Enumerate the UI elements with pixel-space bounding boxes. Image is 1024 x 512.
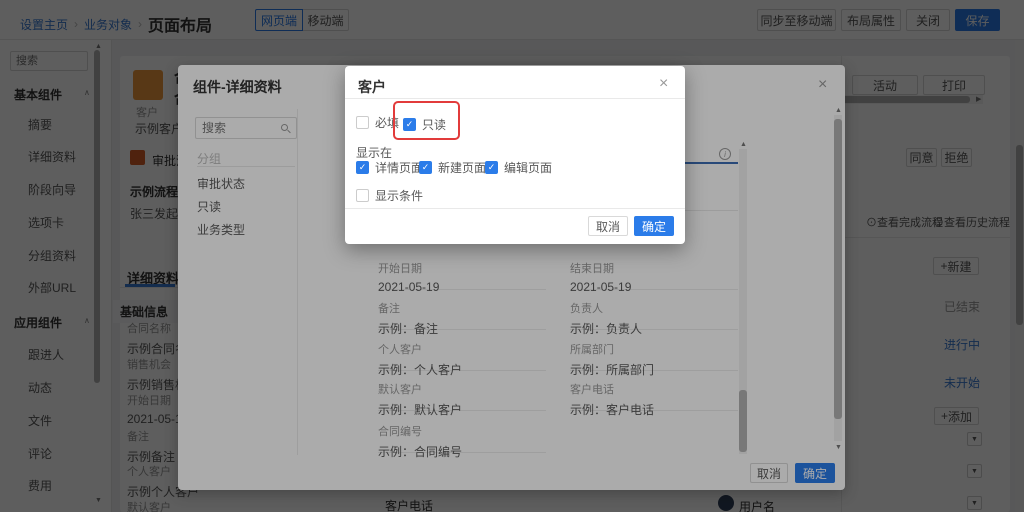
display-new-checkbox[interactable]: ✓ [419,161,432,174]
confirm-button[interactable]: 确定 [634,216,674,236]
display-condition-label: 显示条件 [375,187,423,204]
check-icon: ✓ [488,162,496,173]
required-label: 必填 [375,114,399,131]
check-icon: ✓ [406,119,414,130]
display-edit-label: 编辑页面 [504,159,552,176]
close-icon[interactable]: × [659,76,668,92]
readonly-label: 只读 [422,116,446,133]
display-new-option[interactable]: ✓ 新建页面 [419,159,486,176]
required-option[interactable]: 必填 [356,114,399,131]
display-detail-label: 详情页面 [375,159,423,176]
readonly-option[interactable]: ✓ 只读 [403,116,446,133]
check-icon: ✓ [359,162,367,173]
required-checkbox[interactable] [356,116,369,129]
check-icon: ✓ [422,162,430,173]
divider [345,208,685,209]
cancel-button[interactable]: 取消 [588,216,628,236]
display-detail-option[interactable]: ✓ 详情页面 [356,159,423,176]
modal-title: 客户 [358,77,386,97]
display-detail-checkbox[interactable]: ✓ [356,161,369,174]
display-condition-checkbox[interactable] [356,189,369,202]
readonly-checkbox[interactable]: ✓ [403,118,416,131]
divider [345,98,685,99]
field-settings-modal: 客户 × 必填 ✓ 只读 显示在 ✓ 详情页面 ✓ 新建页面 ✓ 编辑页面 显示… [345,66,685,244]
display-edit-option[interactable]: ✓ 编辑页面 [485,159,552,176]
display-new-label: 新建页面 [438,159,486,176]
display-condition-option[interactable]: 显示条件 [356,187,423,204]
display-edit-checkbox[interactable]: ✓ [485,161,498,174]
page-layout-editor: 设置主页 › 业务对象 › 页面布局 网页端 移动端 同步至移动端 布局属性 关… [0,0,1024,512]
